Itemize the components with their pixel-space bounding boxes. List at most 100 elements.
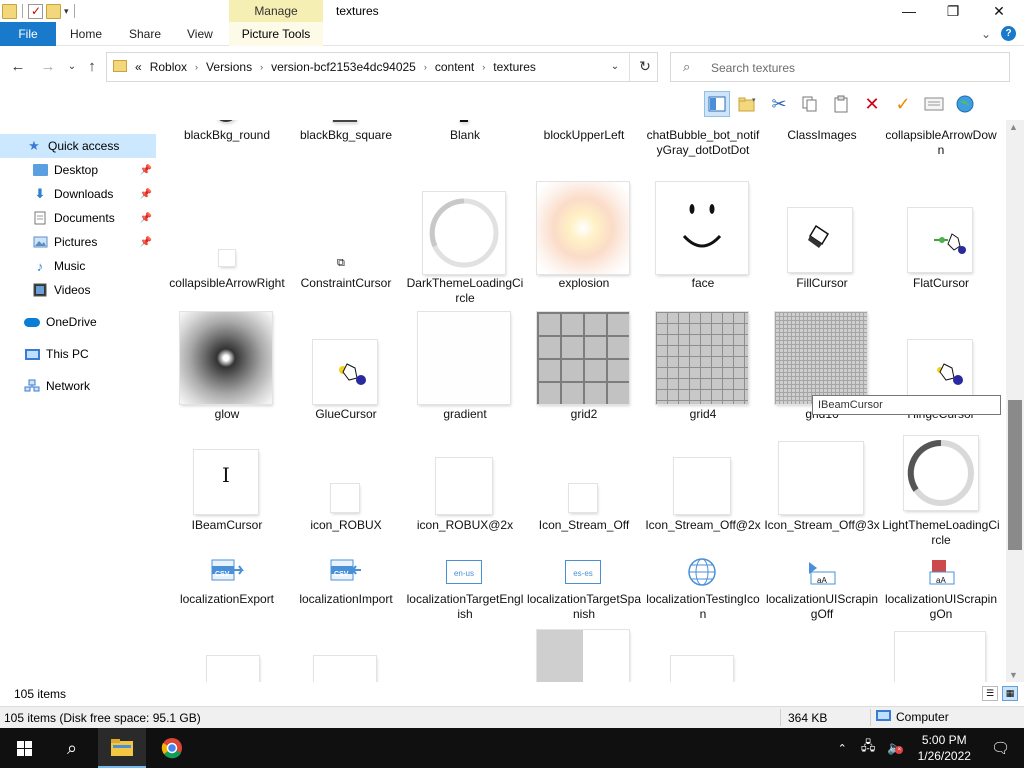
notifications-icon[interactable]: 🗨 — [991, 739, 1010, 757]
file-item[interactable]: DarkThemeLoadingCircle — [406, 180, 524, 310]
file-thumbnail[interactable] — [537, 630, 629, 682]
properties-icon[interactable] — [921, 91, 947, 117]
file-thumbnail[interactable] — [895, 632, 985, 682]
cut-icon[interactable]: ✂ — [766, 91, 792, 117]
pin-icon[interactable]: 📌 — [140, 237, 152, 248]
scroll-down-icon[interactable]: ▼ — [1009, 670, 1018, 680]
preview-pane-icon[interactable] — [704, 91, 730, 117]
maximize-button[interactable]: ❐ — [930, 0, 976, 22]
file-item[interactable]: Icon_Stream_Off@2x — [644, 438, 762, 550]
minimize-button[interactable]: — — [886, 0, 932, 22]
file-item[interactable]: en-us localizationTargetEnglish — [406, 552, 524, 624]
chevron-right-icon[interactable]: › — [191, 62, 202, 72]
file-item[interactable]: collapsibleArrowDown — [882, 120, 1000, 160]
close-button[interactable]: ✕ — [976, 0, 1022, 22]
large-icons-view-icon[interactable]: ▦ — [1002, 686, 1018, 701]
forward-button[interactable]: → — [38, 57, 58, 77]
nav-item-documents[interactable]: Documents 📌 — [0, 206, 156, 230]
search-box[interactable]: ⌕ Search textures — [670, 52, 1010, 82]
clock[interactable]: 5:00 PM 1/26/2022 — [918, 732, 971, 764]
properties-icon[interactable] — [28, 3, 43, 19]
file-thumbnail[interactable] — [671, 656, 733, 682]
new-folder-icon[interactable]: ▾ — [735, 91, 761, 117]
delete-icon[interactable]: ✕ — [859, 91, 885, 117]
file-thumbnail[interactable] — [314, 656, 376, 682]
file-item[interactable]: chatBubble_bot_notifyGray_dotDotDot — [644, 120, 762, 176]
nav-item-this-pc[interactable]: This PC — [0, 342, 156, 366]
file-item[interactable]: I IBeamCursor — [168, 438, 286, 550]
file-item[interactable]: CSV localizationImport — [287, 552, 405, 624]
file-item[interactable]: grid4 — [644, 310, 762, 421]
file-item[interactable]: grid2 — [525, 310, 643, 421]
expand-ribbon-icon[interactable]: ⌄ — [981, 27, 991, 41]
file-explorer-taskbar-button[interactable] — [98, 728, 146, 768]
file-item[interactable]: ClassImages — [763, 120, 881, 160]
search-icon[interactable]: ⌕ — [48, 728, 96, 768]
nav-item-quick-access[interactable]: ★ Quick access — [0, 134, 156, 158]
tab-share[interactable]: Share — [129, 22, 161, 46]
tab-view[interactable]: View — [187, 22, 213, 46]
address-bar[interactable]: « Roblox › Versions › version-bcf2153e4d… — [106, 52, 658, 82]
file-item[interactable]: aA localizationUIScrapingOff — [763, 552, 881, 624]
file-item[interactable]: ⧉ ConstraintCursor — [287, 180, 405, 310]
tab-picture-tools[interactable]: Picture Tools — [229, 22, 323, 46]
rename-check-icon[interactable]: ✓ — [890, 91, 916, 117]
chevron-up-icon[interactable]: ⌃ — [838, 742, 847, 755]
nav-item-music[interactable]: ♪ Music — [0, 254, 156, 278]
start-button[interactable] — [0, 728, 48, 768]
file-item[interactable]: aA localizationUIScrapingOn — [882, 552, 1000, 624]
chevron-right-icon[interactable]: › — [256, 62, 267, 72]
file-item[interactable]: blockUpperLeft — [525, 120, 643, 160]
nav-item-pictures[interactable]: Pictures 📌 — [0, 230, 156, 254]
file-item[interactable]: CSV localizationExport — [168, 552, 286, 624]
address-history-dropdown[interactable]: ⌄ — [607, 59, 623, 75]
file-item[interactable]: Blank — [406, 120, 524, 160]
new-folder-icon[interactable] — [46, 3, 61, 19]
copy-icon[interactable] — [797, 91, 823, 117]
chrome-taskbar-button[interactable] — [148, 728, 196, 768]
file-item[interactable]: glow — [168, 310, 286, 421]
pin-icon[interactable]: 📌 — [140, 189, 152, 200]
file-item[interactable]: blackBkg_square — [287, 120, 405, 160]
breadcrumb-item[interactable]: Roblox — [146, 60, 191, 74]
file-item[interactable]: collapsibleArrowRight — [168, 180, 286, 310]
file-item[interactable]: explosion — [525, 180, 643, 310]
pin-icon[interactable]: 📌 — [140, 165, 152, 176]
file-item[interactable]: icon_ROBUX — [287, 438, 405, 550]
file-item[interactable]: face — [644, 180, 762, 310]
breadcrumb-item[interactable]: textures — [489, 60, 540, 74]
vertical-scrollbar[interactable]: ▲ ▼ — [1006, 120, 1024, 682]
search-input[interactable]: Search textures — [711, 61, 795, 75]
file-item[interactable]: FlatCursor — [882, 180, 1000, 310]
nav-item-downloads[interactable]: ⬇ Downloads 📌 — [0, 182, 156, 206]
tab-home[interactable]: Home — [70, 22, 102, 46]
nav-item-network[interactable]: Network — [0, 374, 156, 398]
network-icon[interactable]: 🖧 — [861, 737, 876, 759]
scrollbar-thumb[interactable] — [1008, 400, 1022, 550]
globe-icon[interactable] — [952, 91, 978, 117]
breadcrumb-item[interactable]: version-bcf2153e4dc94025 — [267, 60, 420, 74]
nav-item-videos[interactable]: Videos — [0, 278, 156, 302]
up-button[interactable]: ↑ — [82, 57, 102, 77]
chevron-right-icon[interactable]: › — [420, 62, 431, 72]
paste-icon[interactable] — [828, 91, 854, 117]
file-item[interactable]: FillCursor — [763, 180, 881, 310]
file-item[interactable]: localizationTestingIcon — [644, 552, 762, 624]
help-icon[interactable]: ? — [1001, 26, 1016, 41]
folder-icon[interactable] — [2, 3, 17, 19]
file-item[interactable]: gradient — [406, 310, 524, 421]
breadcrumb-item[interactable]: content — [431, 60, 478, 74]
recent-locations-button[interactable]: ⌄ — [62, 57, 82, 77]
file-item[interactable]: icon_ROBUX@2x — [406, 438, 524, 550]
file-item[interactable]: es-es localizationTargetSpanish — [525, 552, 643, 624]
file-item[interactable]: Icon_Stream_Off@3x — [763, 438, 881, 550]
file-item[interactable]: blackBkg_round — [168, 120, 286, 160]
file-thumbnail[interactable] — [207, 656, 259, 682]
file-item[interactable]: LightThemeLoadingCircle — [882, 436, 1000, 550]
customize-qat-icon[interactable]: ▾ — [64, 6, 69, 17]
scroll-up-icon[interactable]: ▲ — [1009, 122, 1018, 132]
refresh-icon[interactable]: ↻ — [637, 58, 653, 76]
chevron-right-icon[interactable]: › — [478, 62, 489, 72]
pin-icon[interactable]: 📌 — [140, 213, 152, 224]
nav-item-desktop[interactable]: Desktop 📌 — [0, 158, 156, 182]
